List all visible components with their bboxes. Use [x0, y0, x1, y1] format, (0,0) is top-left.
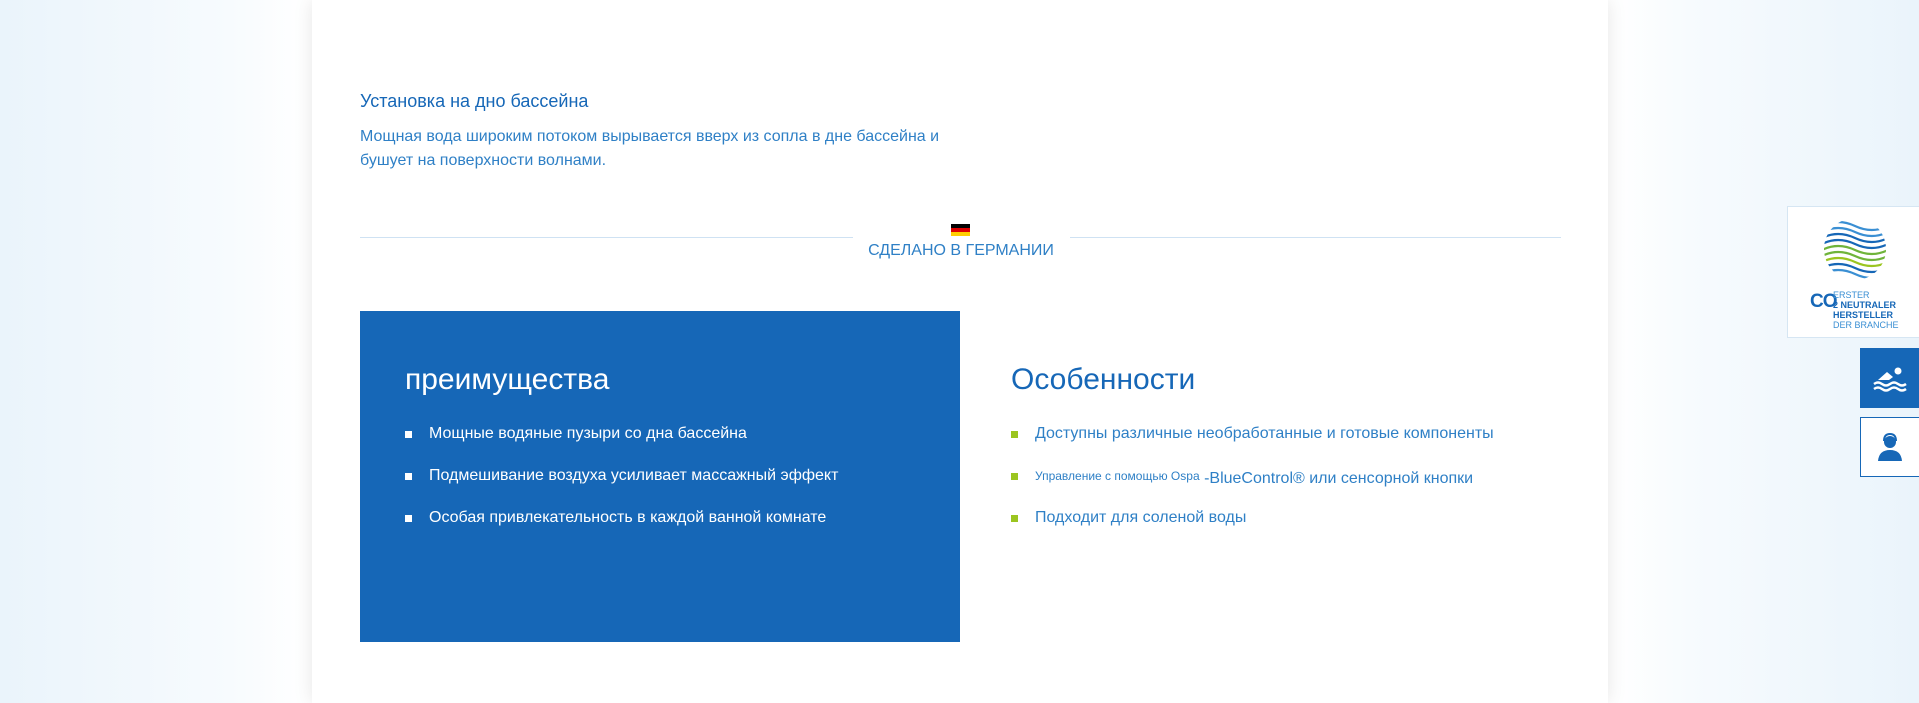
list-item-text: Доступны различные необработанные и гото… [1035, 425, 1494, 442]
intro-text: Мощная вода широким потоком вырывается в… [360, 128, 940, 169]
bullet-icon [405, 515, 412, 522]
ospa-small-text: Управление с помощью Ospa [1035, 469, 1200, 483]
list-item-text: -BlueControl® или сенсорной кнопки [1204, 470, 1474, 487]
contact-person-icon [1878, 432, 1902, 461]
swimmer-button[interactable] [1860, 348, 1919, 408]
contact-button[interactable] [1860, 417, 1919, 477]
list-item: Доступны различные необработанные и гото… [1011, 424, 1494, 466]
list-item-text: Подходит для соленой воды [1035, 509, 1247, 526]
co2-line: HERSTELLER [1833, 310, 1894, 320]
co2-line: 2 NEUTRALER [1833, 300, 1897, 310]
list-item-text: Мощные водяные пузыри со дна бассейна [429, 425, 747, 442]
content-page: Установка на дно бассейна Мощная вода ши… [312, 0, 1608, 703]
features-list: Доступны различные необработанные и гото… [1011, 424, 1494, 550]
bullet-icon [1011, 515, 1018, 522]
bullet-icon [405, 431, 412, 438]
divider-left [360, 237, 853, 238]
list-item: Подходит для соленой воды [1011, 508, 1494, 550]
advantages-panel: преимущества Мощные водяные пузыри со дн… [360, 311, 960, 642]
advantages-list: Мощные водяные пузыри со дна бассейна По… [405, 424, 838, 550]
bullet-icon [1011, 473, 1018, 480]
list-item: Особая привлекательность в каждой ванной… [405, 508, 838, 550]
co2-line: DER BRANCHE [1833, 320, 1899, 330]
features-title: Особенности [1011, 363, 1196, 396]
list-item: Мощные водяные пузыри со дна бассейна [405, 424, 838, 466]
advantages-title: преимущества [405, 363, 610, 396]
intro-title: Установка на дно бассейна [360, 91, 589, 111]
bullet-icon [405, 473, 412, 480]
list-item-text: Особая привлекательность в каждой ванной… [429, 509, 827, 526]
list-item: Управление с помощью Ospa -BlueControl® … [1011, 466, 1494, 508]
bullet-icon [1011, 431, 1018, 438]
list-item: Подмешивание воздуха усиливает массажный… [405, 466, 838, 508]
swimmer-icon [1872, 367, 1907, 392]
german-flag-icon [951, 224, 970, 236]
co2-neutral-badge[interactable]: CO ERSTER 2 NEUTRALER HERSTELLER DER BRA… [1787, 206, 1919, 338]
co2-line: ERSTER [1833, 290, 1870, 300]
divider-right [1070, 237, 1561, 238]
globe-wave-icon [1824, 220, 1886, 280]
made-in-germany-label: СДЕЛАНО В ГЕРМАНИИ [868, 242, 1054, 259]
list-item-text: Подмешивание воздуха усиливает массажный… [429, 467, 839, 484]
